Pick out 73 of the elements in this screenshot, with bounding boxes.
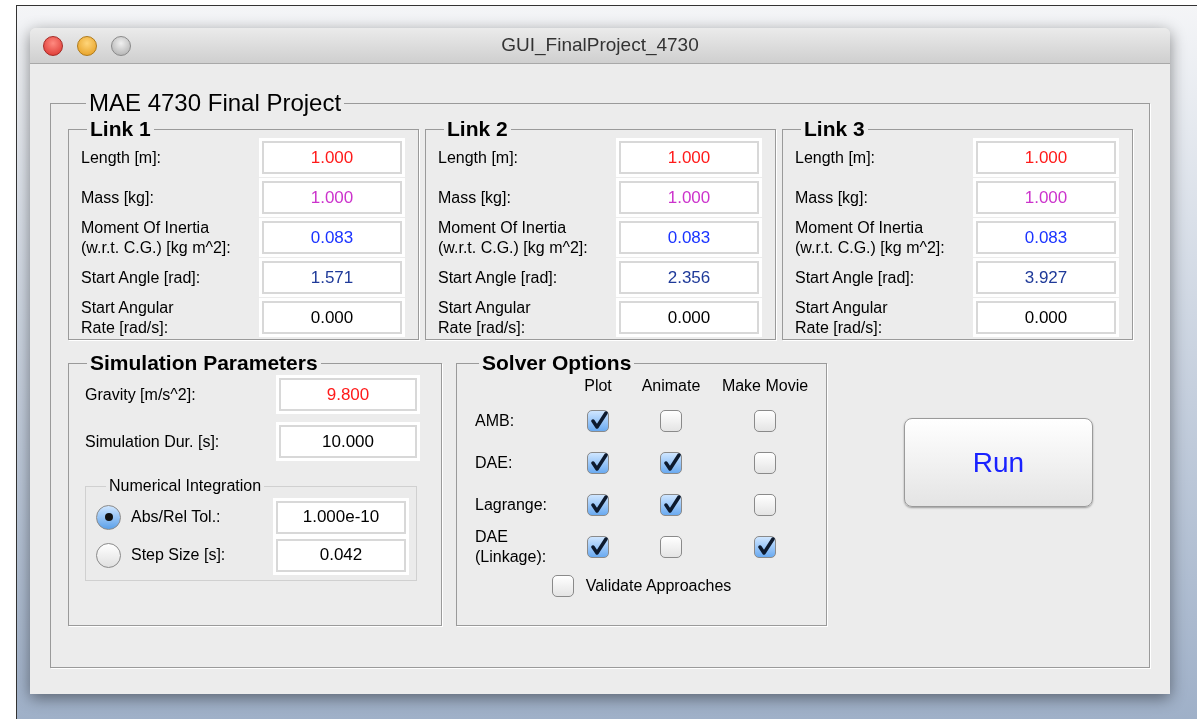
input-field[interactable]: 1.571 — [262, 261, 402, 294]
input-field[interactable]: 0.000 — [262, 301, 402, 334]
field-label: Moment Of Inertia (w.r.t. C.G.) [kg m^2]: — [438, 217, 588, 258]
group-title: Link 3 — [803, 118, 866, 140]
input-field[interactable]: 0.000 — [976, 301, 1116, 334]
option-label: Step Size [s]: — [131, 545, 227, 565]
field-label: Start Angular Rate [rad/s]: — [81, 297, 174, 338]
checkbox[interactable] — [587, 452, 609, 474]
checkbox[interactable] — [754, 494, 776, 516]
input-field[interactable]: 10.000 — [279, 425, 417, 458]
group-title: Solver Options — [481, 352, 633, 374]
row-label: AMB: — [474, 411, 516, 431]
field-label: Start Angular Rate [rad/s]: — [795, 297, 888, 338]
column-header: Make Movie — [720, 376, 810, 396]
row-label: DAE (Linkage): — [474, 527, 548, 567]
input-field[interactable]: 1.000 — [262, 181, 402, 214]
field-label: Start Angle [rad]: — [81, 267, 201, 288]
input-field[interactable]: 0.083 — [976, 221, 1116, 254]
field-label: Length [m]: — [795, 147, 876, 168]
radio-button[interactable] — [96, 542, 121, 568]
checkbox[interactable] — [660, 410, 682, 432]
checkbox-label: Validate Approaches — [585, 576, 732, 596]
input-field[interactable]: 1.000 — [619, 181, 759, 214]
checkbox[interactable] — [660, 494, 682, 516]
input-field[interactable]: 1.000 — [976, 181, 1116, 214]
run-button[interactable]: Run — [904, 418, 1093, 507]
input-field[interactable]: 1.000 — [976, 141, 1116, 174]
row-label: Lagrange: — [474, 495, 549, 515]
group-title: Simulation Parameters — [89, 352, 319, 374]
checkbox[interactable] — [660, 452, 682, 474]
checkbox[interactable] — [587, 410, 609, 432]
field-label: Length [m]: — [81, 147, 162, 168]
field-label: Simulation Dur. [s]: — [85, 431, 220, 452]
group-title: Link 2 — [446, 118, 509, 140]
input-field[interactable]: 1.000e-10 — [276, 500, 406, 534]
zoom-button[interactable] — [111, 35, 131, 56]
checkbox[interactable] — [551, 575, 574, 597]
checkbox[interactable] — [754, 536, 776, 558]
panel-title: MAE 4730 Final Project — [88, 90, 343, 116]
input-field[interactable]: 3.927 — [976, 261, 1116, 294]
input-field[interactable]: 0.083 — [262, 221, 402, 254]
field-label: Length [m]: — [438, 147, 519, 168]
field-label: Start Angle [rad]: — [438, 267, 558, 288]
input-field[interactable]: 9.800 — [279, 378, 417, 411]
input-field[interactable]: 1.000 — [262, 141, 402, 174]
checkbox[interactable] — [754, 410, 776, 432]
radio-button[interactable] — [96, 504, 121, 530]
close-button[interactable] — [43, 35, 63, 56]
input-field[interactable]: 0.000 — [619, 301, 759, 334]
group-title: Link 1 — [89, 118, 152, 140]
input-field[interactable]: 1.000 — [619, 141, 759, 174]
field-label: Moment Of Inertia (w.r.t. C.G.) [kg m^2]: — [81, 217, 231, 258]
input-field[interactable]: 2.356 — [619, 261, 759, 294]
input-field[interactable]: 0.083 — [619, 221, 759, 254]
column-header: Animate — [640, 376, 702, 396]
input-field[interactable]: 0.042 — [276, 538, 406, 572]
option-label: Abs/Rel Tol.: — [131, 507, 222, 527]
window-title: GUI_FinalProject_4730 — [501, 33, 699, 58]
checkbox[interactable] — [587, 536, 609, 558]
field-label: Start Angular Rate [rad/s]: — [438, 297, 531, 338]
field-label: Mass [kg]: — [81, 187, 154, 208]
minimize-button[interactable] — [77, 35, 97, 56]
column-header: Plot — [583, 376, 613, 396]
group-title: Numerical Integration — [108, 476, 263, 496]
checkbox[interactable] — [660, 536, 682, 558]
field-label: Start Angle [rad]: — [795, 267, 915, 288]
field-label: Mass [kg]: — [795, 187, 868, 208]
field-label: Mass [kg]: — [438, 187, 511, 208]
field-label: Moment Of Inertia (w.r.t. C.G.) [kg m^2]: — [795, 217, 945, 258]
row-label: DAE: — [474, 453, 514, 473]
checkbox[interactable] — [587, 494, 609, 516]
checkbox[interactable] — [754, 452, 776, 474]
field-label: Gravity [m/s^2]: — [85, 384, 196, 405]
